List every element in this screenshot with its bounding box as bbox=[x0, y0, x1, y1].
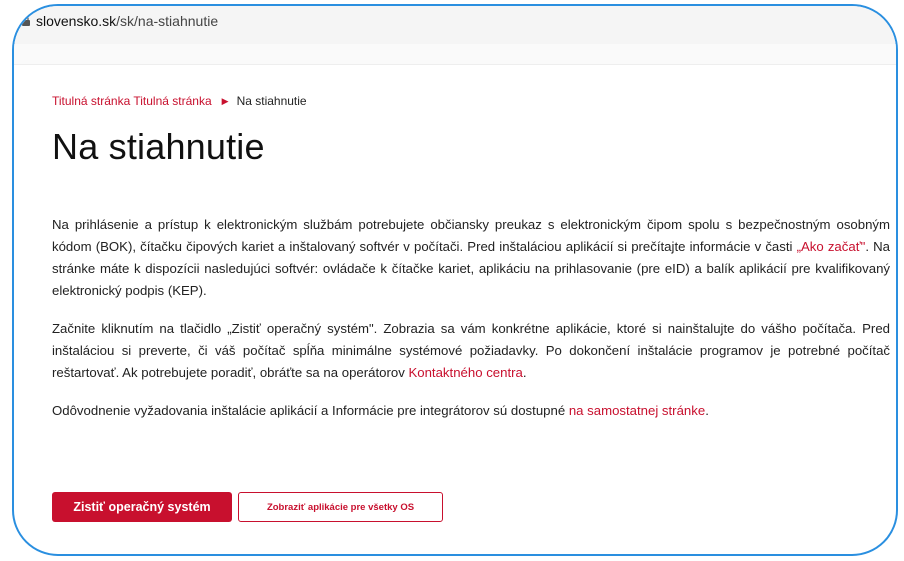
instructions-paragraph: Začnite kliknutím na tlačidlo „Zistiť op… bbox=[52, 318, 890, 384]
show-all-os-button[interactable]: Zobraziť aplikácie pre všetky OS bbox=[238, 492, 443, 522]
separate-page-link[interactable]: na samostatnej stránke bbox=[569, 403, 705, 418]
integrators-paragraph: Odôvodnenie vyžadovania inštalácie aplik… bbox=[52, 400, 890, 422]
detect-os-button[interactable]: Zistiť operačný systém bbox=[52, 492, 232, 522]
contact-center-link[interactable]: Kontaktného centra bbox=[408, 365, 522, 380]
address-bar[interactable]: slovensko.sk/sk/na-stiahnutie bbox=[14, 6, 896, 45]
url-host: slovensko.sk bbox=[36, 13, 117, 29]
breadcrumb-arrow-icon: ▶ bbox=[221, 96, 229, 106]
breadcrumb-home-link[interactable]: Titulná stránka Titulná stránka bbox=[52, 94, 212, 108]
integrators-text-2: . bbox=[705, 403, 709, 418]
instructions-text-2: . bbox=[522, 365, 527, 380]
breadcrumb: Titulná stránka Titulná stránka ▶ Na stiah… bbox=[52, 94, 307, 108]
page-title: Na stiahnutie bbox=[52, 126, 265, 167]
intro-paragraph: Na prihlásenie a prístup k elektronickým… bbox=[52, 214, 890, 302]
browser-window: slovensko.sk/sk/na-stiahnutie Titulná st… bbox=[12, 4, 898, 556]
ako-zacat-link[interactable]: „Ako začať" bbox=[797, 239, 866, 254]
url-text[interactable]: slovensko.sk/sk/na-stiahnutie bbox=[36, 13, 218, 29]
breadcrumb-current: Na stiahnutie bbox=[236, 94, 307, 108]
main-content: Na prihlásenie a prístup k elektronickým… bbox=[52, 214, 890, 438]
intro-text-1: Na prihlásenie a prístup k elektronickým… bbox=[52, 217, 890, 254]
integrators-text-1: Odôvodnenie vyžadovania inštalácie aplik… bbox=[52, 403, 569, 418]
lock-icon bbox=[22, 16, 30, 26]
url-path: /sk/na-stiahnutie bbox=[116, 13, 219, 29]
toolbar-strip bbox=[14, 44, 896, 65]
